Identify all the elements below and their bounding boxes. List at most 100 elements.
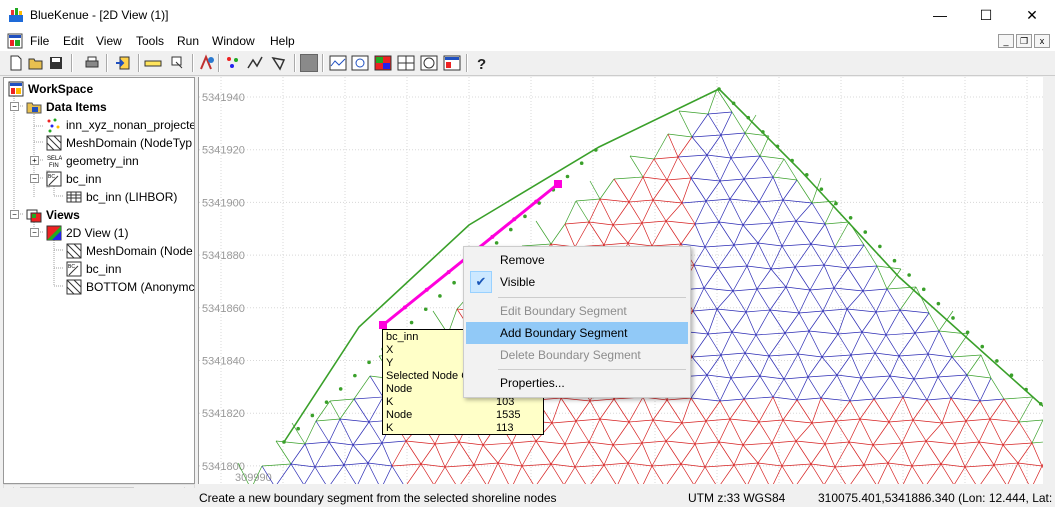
menu-edit[interactable]: Edit [63, 34, 84, 48]
mdi-close-button[interactable]: x [1034, 34, 1050, 48]
mesh-edge [887, 442, 903, 464]
mesh-edge [1018, 421, 1033, 444]
boundary-node [790, 158, 794, 163]
mesh-edge [823, 246, 836, 266]
help-icon[interactable]: ? [472, 54, 490, 72]
mesh-edge [1017, 442, 1033, 464]
menu-run[interactable]: Run [177, 34, 199, 48]
mesh-edge [381, 442, 393, 467]
table-view-icon[interactable] [443, 54, 461, 72]
mesh-edge [497, 462, 509, 484]
collapse-toggle[interactable]: − [30, 174, 39, 183]
mesh-edge [889, 355, 900, 377]
boundary-node [892, 258, 897, 263]
mesh-edge [732, 288, 758, 292]
mesh-edge [781, 243, 812, 247]
mesh-edge [589, 400, 601, 420]
close-button[interactable]: ✕ [1009, 0, 1055, 31]
mesh-edge [564, 466, 576, 484]
mesh-edge [473, 444, 484, 466]
menu-item-delete-boundary-segment: Delete Boundary Segment [500, 348, 641, 362]
print-icon[interactable] [83, 54, 101, 72]
menu-item-remove[interactable]: Remove [466, 249, 688, 271]
minimize-button[interactable]: — [917, 0, 963, 31]
mesh-edge [872, 442, 903, 446]
tree-item-bc-inn[interactable]: BC bc_inn [46, 170, 101, 188]
menu-tools[interactable]: Tools [136, 34, 164, 48]
mesh-edge [353, 375, 371, 400]
mesh-edge [718, 441, 735, 466]
mesh-edge [771, 440, 797, 444]
mesh-edge [873, 396, 904, 400]
mesh-edge [458, 441, 484, 446]
y-tick-label: 5341940 [202, 92, 245, 104]
mesh-edge [717, 244, 735, 269]
view-vertical-scrollbar[interactable] [1043, 77, 1055, 484]
mesh-edge [603, 462, 629, 466]
save-icon[interactable] [47, 54, 65, 72]
interpolate-icon[interactable] [198, 54, 216, 72]
collapse-toggle[interactable]: − [10, 102, 19, 111]
menu-item-add-boundary-segment[interactable]: Add Boundary Segment [466, 322, 688, 344]
menu-item-label: Visible [500, 275, 536, 289]
menu-item-properties[interactable]: Properties... [466, 372, 688, 394]
mesh-edge [703, 287, 718, 310]
mesh-edge [927, 353, 953, 358]
mesh-edge [925, 440, 942, 465]
mesh-edge [797, 353, 809, 378]
collapse-toggle[interactable]: − [30, 228, 39, 237]
tree-label: bc_inn [86, 262, 122, 276]
mesh-edge [719, 178, 745, 182]
open-icon[interactable] [27, 54, 45, 72]
profile-view-icon[interactable] [329, 54, 347, 72]
mesh-edge [771, 199, 784, 224]
mesh-edge [989, 418, 1004, 446]
mesh-edge [993, 464, 1007, 484]
ruler-icon[interactable] [144, 54, 162, 72]
mesh-edge [482, 442, 513, 446]
import-icon[interactable] [114, 54, 132, 72]
new-icon[interactable] [7, 54, 25, 72]
boundary-node [848, 215, 853, 220]
mesh-edge [863, 444, 874, 466]
mdi-minimize-button[interactable]: _ [998, 34, 1014, 48]
maximize-button[interactable]: ☐ [963, 0, 1009, 31]
mesh-edge [743, 178, 760, 203]
mesh-edge [720, 134, 732, 159]
expand-toggle[interactable]: + [30, 156, 39, 165]
3d-view-icon[interactable] [351, 54, 369, 72]
mdi-restore-button[interactable]: ❐ [1016, 34, 1032, 48]
mesh-edge [809, 264, 825, 291]
mesh-edge [642, 176, 654, 201]
tree-label: inn_xyz_nonan_projecte [66, 118, 195, 132]
mesh-edge [927, 353, 939, 378]
menu-view[interactable]: View [96, 34, 122, 48]
mesh-edge [691, 356, 708, 376]
mesh-edge [978, 418, 991, 443]
mesh-edge [993, 462, 1019, 466]
mesh-edge [641, 199, 654, 224]
stop-icon[interactable] [300, 54, 318, 72]
rose-view-icon[interactable] [420, 54, 438, 72]
menu-help[interactable]: Help [270, 34, 295, 48]
collapse-toggle[interactable]: − [10, 210, 19, 219]
mesh-edge [742, 442, 773, 446]
menu-window[interactable]: Window [212, 34, 255, 48]
mesh-edge [926, 376, 939, 401]
polyline-icon[interactable] [246, 54, 264, 72]
menu-item-visible[interactable]: ✔ Visible [466, 271, 688, 293]
colormap-icon[interactable] [374, 54, 392, 72]
mesh-edge [811, 422, 826, 445]
mesh-edge [783, 378, 798, 401]
mesh-edge [434, 443, 446, 468]
mesh-edge [862, 265, 878, 292]
select-icon[interactable] [168, 54, 186, 72]
boundary-node [746, 115, 751, 120]
polygon-icon[interactable] [270, 54, 288, 72]
node-icon[interactable] [224, 54, 242, 72]
selected-node [446, 270, 451, 275]
menu-file[interactable]: File [30, 34, 49, 48]
mesh-edge [810, 243, 836, 248]
grid-view-icon[interactable] [397, 54, 415, 72]
toolbar-separator [466, 54, 468, 72]
